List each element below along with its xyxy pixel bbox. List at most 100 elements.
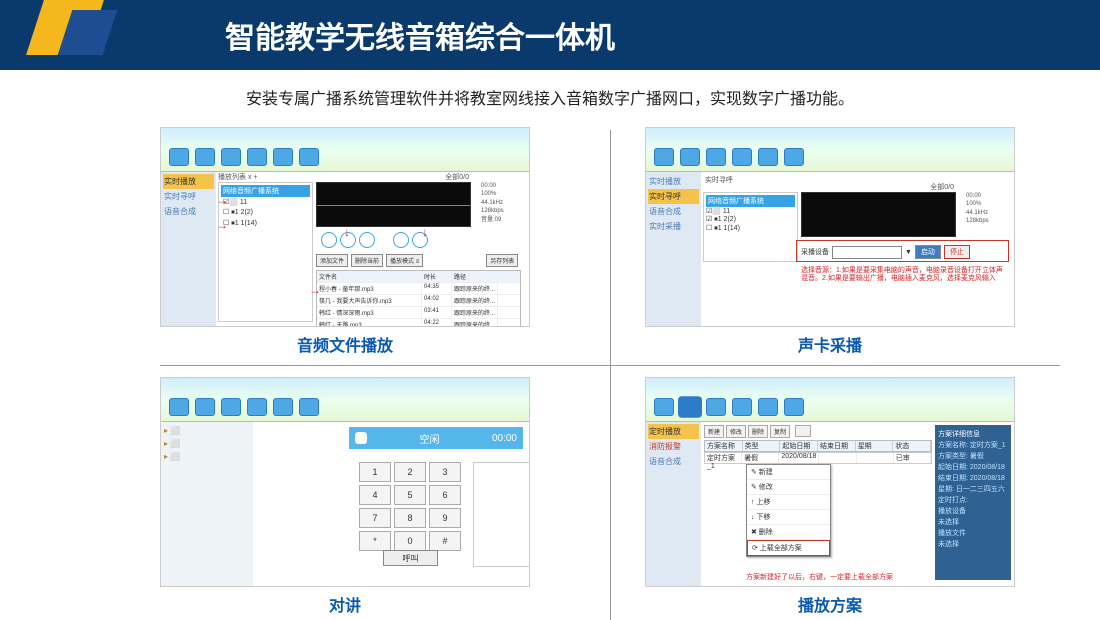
tree-header: 网络音频广播系统 — [221, 185, 310, 197]
tree-item[interactable]: ☑ ⏹1 2(2) — [706, 215, 795, 224]
list-panel — [473, 462, 530, 567]
sidebar: ▸ ⬜▸ ⬜▸ ⬜ — [161, 422, 253, 587]
table-row: 韩红 - 天路.mp304:22跟踪原来的终... — [317, 319, 520, 327]
file-table[interactable]: 文件名时长路径 程小春 - 童年那.mp304:35跟踪原来的终... 筷几 -… — [316, 270, 521, 327]
key-6[interactable]: 6 — [429, 485, 461, 505]
play-mode-button[interactable]: 播放模式 ≡ — [386, 254, 423, 267]
toolbar: 新建 修改 删除 复制 — [704, 425, 811, 438]
screenshot-2: 实时播放 实时寻呼 语音合成 实时采播 实时寻呼 全部0/0 网络音频广播系统 … — [645, 127, 1015, 327]
detail-title: 方案详细信息 — [938, 429, 1008, 439]
tree-item[interactable]: ☐ ⏹1 1(14) — [706, 224, 795, 233]
tree-header: 网络音频广播系统 — [706, 195, 795, 207]
nav-item[interactable]: 定时播放 — [648, 424, 699, 439]
save-list-button[interactable]: 另存列表 — [486, 254, 518, 267]
playback-controls[interactable] — [321, 232, 428, 248]
table-header: 方案名称类型起始日期结束日期星期状态 — [704, 440, 932, 452]
key-4[interactable]: 4 — [359, 485, 391, 505]
stop-button[interactable]: 停止 — [944, 245, 970, 259]
table-row: 韩红 - 情深深雨.mp303:41跟踪原来的终... — [317, 307, 520, 319]
select-all: 全部0/0 — [930, 182, 954, 192]
device-tree[interactable]: 网络音频广播系统 ☑⬜ 11 ☑ ⏹1 2(2) ☐ ⏹1 1(14) — [703, 192, 798, 262]
timer: 00:00 — [492, 433, 517, 444]
tab-label: 实时寻呼 — [705, 175, 733, 185]
keypad: 123 456 789 *0# — [359, 462, 464, 551]
device-select[interactable] — [832, 246, 902, 259]
nav-item[interactable]: 实时寻呼 — [648, 189, 699, 204]
tree-item[interactable]: ☐ ⏹1 2(2) — [221, 207, 310, 218]
key-0[interactable]: 0 — [394, 531, 426, 551]
screenshot-grid: 实时播放 实时寻呼 语音合成 播放列表 x + 全部0/0 网络音频广播系统 ☑… — [160, 115, 1060, 618]
tree-item[interactable]: ☐ ⏹1 1(14) — [221, 218, 310, 229]
menu-delete[interactable]: ✖ 删除 — [747, 525, 830, 540]
toolbar-icons — [654, 398, 804, 416]
menu-up[interactable]: ↑ 上移 — [747, 495, 830, 510]
device-tree[interactable]: 网络音频广播系统 ☑⬜ 11 ☐ ⏹1 2(2) ☐ ⏹1 1(14) — [218, 182, 313, 322]
tree-item[interactable]: ☑⬜ 11 — [221, 197, 310, 207]
start-button[interactable]: 启动 — [915, 245, 941, 259]
sidebar: 实时播放 实时寻呼 语音合成 — [161, 172, 216, 327]
key-8[interactable]: 8 — [394, 508, 426, 528]
add-file-button[interactable]: 添加文件 — [316, 254, 348, 267]
waveform — [316, 182, 471, 227]
key-hash[interactable]: # — [429, 531, 461, 551]
caption: 音频文件播放 — [297, 332, 393, 356]
nav-item[interactable]: 语音合成 — [648, 454, 699, 469]
nav-item[interactable]: 消防报警 — [648, 439, 699, 454]
table-row[interactable]: 定时方案_1暑假2020/08/18已审 — [704, 452, 932, 464]
key-9[interactable]: 9 — [429, 508, 461, 528]
arrow-icon: → — [216, 193, 228, 207]
page-title: 智能教学无线音箱综合一体机 — [225, 13, 615, 57]
tree-item[interactable]: ☑⬜ 11 — [706, 207, 795, 215]
delete-button[interactable]: 删除 — [748, 425, 768, 438]
audio-meters: 00:00100%44.1kHz128kbps — [966, 192, 1006, 226]
arrow-icon: ↓ — [422, 225, 428, 239]
prev-icon — [393, 232, 409, 248]
menu-upload-all[interactable]: ⟳ 上载全部方案 — [747, 540, 830, 556]
menu-new[interactable]: ✎ 新建 — [747, 465, 830, 480]
warning-note: 方案新建好了以后，右键，一定要上载全部方案 — [746, 572, 932, 582]
logo — [0, 0, 110, 78]
toolbar-icons — [169, 398, 319, 416]
menu-edit[interactable]: ✎ 修改 — [747, 480, 830, 495]
detail-panel: 方案详细信息 方案名称: 定时方案_1方案类型: 暑假起始日期: 2020/08… — [935, 425, 1011, 580]
nav-item[interactable]: 实时采播 — [648, 219, 699, 234]
caption: 播放方案 — [798, 592, 862, 616]
nav-tts[interactable]: 语音合成 — [163, 204, 214, 219]
divider-h — [160, 365, 1060, 366]
nav-item[interactable]: 语音合成 — [648, 204, 699, 219]
key-7[interactable]: 7 — [359, 508, 391, 528]
instruction-note: 选择音源：1.如果是要采集电脑的声音，电脑录音设备打开立体声混音。2.如果是要输… — [801, 267, 1004, 284]
key-3[interactable]: 3 — [429, 462, 461, 482]
nav-realtime-page[interactable]: 实时寻呼 — [163, 189, 214, 204]
panel-intercom: ▸ ⬜▸ ⬜▸ ⬜ 空闲 00:00 123 456 789 *0# 呼叫 对讲 — [160, 377, 530, 616]
audio-meters: 00:00100%44.1kHz128kbps音量:09 — [481, 182, 521, 224]
stop-icon — [359, 232, 375, 248]
screenshot-4: 定时播放 消防报警 语音合成 新建 修改 删除 复制 方案名称类型起始日期结束日… — [645, 377, 1015, 587]
header: 智能教学无线音箱综合一体机 — [0, 0, 1100, 70]
play-icon[interactable] — [795, 425, 811, 437]
menu-down[interactable]: ↓ 下移 — [747, 510, 830, 525]
copy-button[interactable]: 复制 — [770, 425, 790, 438]
edit-button[interactable]: 修改 — [726, 425, 746, 438]
key-star[interactable]: * — [359, 531, 391, 551]
status-label: 空闲 — [419, 431, 439, 446]
mic-icon — [355, 432, 367, 444]
caption: 声卡采播 — [798, 332, 862, 356]
sidebar: 定时播放 消防报警 语音合成 — [646, 422, 701, 587]
new-button[interactable]: 新建 — [704, 425, 724, 438]
toolbar-icons — [169, 148, 319, 166]
nav-realtime-play[interactable]: 实时播放 — [163, 174, 214, 189]
select-all: 全部0/0 — [445, 172, 469, 182]
delete-button[interactable]: 删除当前 — [351, 254, 383, 267]
call-button[interactable]: 呼叫 — [383, 550, 438, 566]
sidebar: 实时播放 实时寻呼 语音合成 实时采播 — [646, 172, 701, 327]
key-2[interactable]: 2 — [394, 462, 426, 482]
divider-v — [610, 130, 611, 620]
caption: 对讲 — [329, 592, 361, 616]
waveform — [801, 192, 956, 237]
key-1[interactable]: 1 — [359, 462, 391, 482]
key-5[interactable]: 5 — [394, 485, 426, 505]
screenshot-3: ▸ ⬜▸ ⬜▸ ⬜ 空闲 00:00 123 456 789 *0# 呼叫 — [160, 377, 530, 587]
nav-item[interactable]: 实时播放 — [648, 174, 699, 189]
playlist-tab[interactable]: 播放列表 x + — [218, 172, 257, 182]
